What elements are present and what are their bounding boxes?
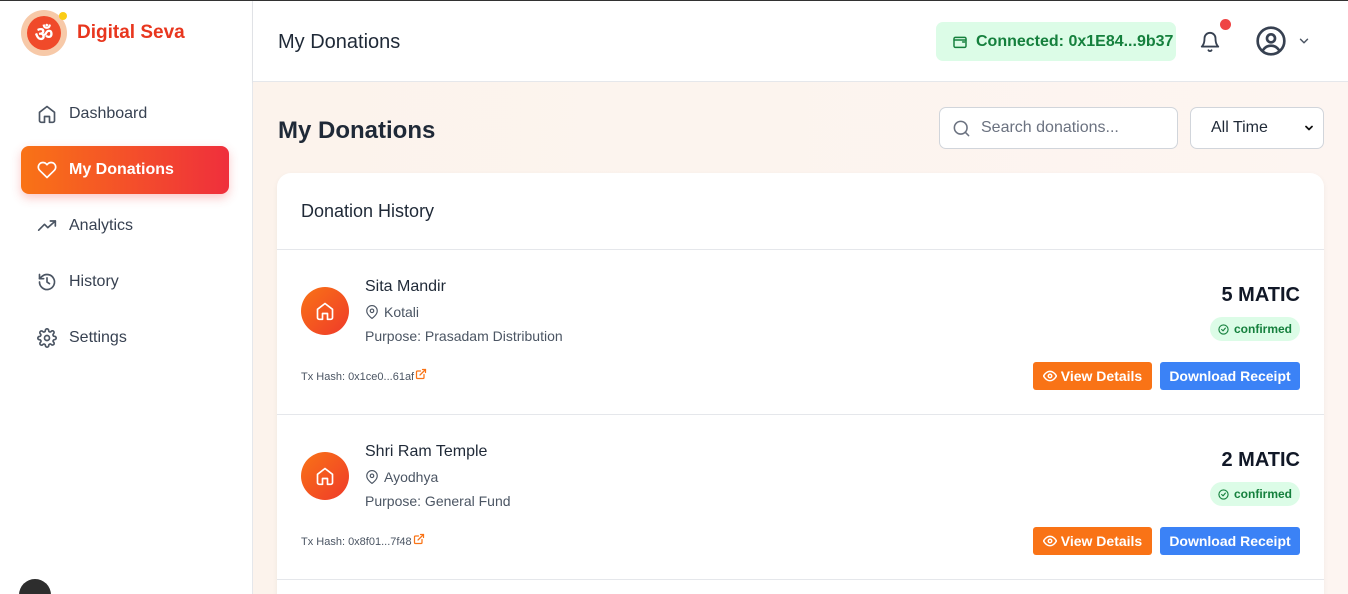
status-text: confirmed: [1233, 487, 1292, 501]
wallet-status-text: Connected: 0x1E84...9b37: [976, 32, 1174, 50]
heart-icon: [37, 161, 57, 179]
sidebar-item-label: History: [69, 273, 119, 290]
search-box[interactable]: [939, 107, 1178, 149]
tx-hash-text: Tx Hash: 0x1ce0...61af: [301, 371, 415, 383]
card-title: Donation History: [277, 173, 1324, 250]
user-menu-button[interactable]: [1255, 25, 1311, 57]
check-circle-icon: [1218, 323, 1229, 335]
om-logo-icon: ॐ: [21, 10, 67, 56]
sidebar-nav: Dashboard My Donations Analytics History…: [21, 90, 229, 370]
header-title: My Donations: [278, 31, 401, 53]
temple-name: Shri Ram Temple: [365, 443, 488, 460]
tx-hash-text: Tx Hash: 0x8f01...7f48: [301, 536, 412, 548]
sidebar-item-my-donations[interactable]: My Donations: [21, 146, 229, 194]
wallet-status-button[interactable]: Connected: 0x1E84...9b37: [936, 22, 1176, 61]
view-details-button[interactable]: View Details: [1033, 362, 1152, 390]
time-filter-value: All Time: [1211, 119, 1268, 136]
notification-badge: [1220, 19, 1231, 30]
eye-icon: [1042, 370, 1057, 382]
search-icon: [953, 120, 970, 136]
temple-icon: [301, 287, 349, 335]
external-link-icon: [416, 368, 427, 380]
location-text: Ayodhya: [384, 469, 439, 485]
trending-up-icon: [37, 220, 57, 231]
sidebar: ॐ Digital Seva Dashboard My Donations An…: [0, 1, 253, 594]
sidebar-item-dashboard[interactable]: Dashboard: [21, 90, 229, 138]
sidebar-item-label: Dashboard: [69, 105, 148, 122]
wallet-icon: [953, 36, 967, 48]
location-text: Kotali: [384, 304, 420, 320]
check-circle-icon: [1218, 488, 1229, 500]
download-receipt-button[interactable]: Download Receipt: [1160, 362, 1300, 390]
time-filter-select[interactable]: All Time: [1190, 107, 1324, 149]
donation-purpose: Purpose: Prasadam Distribution: [365, 328, 563, 344]
home-icon: [38, 105, 56, 124]
donation-amount: 2 MATIC: [1221, 449, 1300, 471]
temple-location: Kotali: [365, 304, 419, 320]
sidebar-item-history[interactable]: History: [21, 258, 229, 306]
donation-amount: 5 MATIC: [1221, 284, 1300, 306]
chevron-down-icon: [1305, 125, 1313, 131]
temple-location: Ayodhya: [365, 469, 438, 485]
home-icon: [316, 302, 334, 321]
donation-purpose: Purpose: General Fund: [365, 493, 511, 509]
user-circle-icon: [1256, 26, 1286, 56]
donation-history-card: Donation History Sita Mandir Kotali Purp…: [277, 173, 1324, 594]
tx-hash-link[interactable]: Tx Hash: 0x8f01...7f48: [301, 533, 425, 548]
bell-icon[interactable]: [1199, 31, 1221, 53]
eye-icon: [1042, 535, 1057, 547]
gear-icon: [37, 328, 57, 348]
history-icon: [38, 273, 56, 291]
view-details-label: View Details: [1060, 368, 1143, 384]
sidebar-item-analytics[interactable]: Analytics: [21, 202, 229, 250]
sidebar-item-label: Analytics: [69, 217, 134, 234]
sidebar-item-label: Settings: [69, 329, 127, 346]
status-text: confirmed: [1233, 322, 1292, 336]
view-details-button[interactable]: View Details: [1033, 527, 1152, 555]
map-pin-icon: [366, 470, 378, 484]
top-header: My Donations Connected: 0x1E84...9b37: [253, 1, 1348, 82]
download-receipt-button[interactable]: Download Receipt: [1160, 527, 1300, 555]
temple-name: Sita Mandir: [365, 278, 446, 295]
view-details-label: View Details: [1060, 533, 1143, 549]
map-pin-icon: [366, 305, 378, 319]
home-icon: [316, 467, 334, 486]
avatar[interactable]: [19, 579, 51, 594]
status-badge: confirmed: [1209, 482, 1300, 506]
sidebar-item-label: My Donations: [69, 161, 174, 178]
brand[interactable]: ॐ Digital Seva: [21, 10, 185, 56]
external-link-icon: [413, 533, 424, 545]
sidebar-item-settings[interactable]: Settings: [21, 314, 229, 362]
temple-icon: [301, 452, 349, 500]
donation-row: Sita Mandir Kotali Purpose: Prasadam Dis…: [277, 250, 1324, 415]
status-badge: confirmed: [1209, 317, 1300, 341]
logo-dot: [59, 12, 67, 20]
search-input[interactable]: [981, 119, 1161, 137]
main-content: My Donations All Time Donation History S…: [253, 82, 1348, 594]
brand-name: Digital Seva: [77, 22, 185, 43]
donation-row: Shri Ram Temple Ayodhya Purpose: General…: [277, 415, 1324, 580]
tx-hash-link[interactable]: Tx Hash: 0x1ce0...61af: [301, 368, 427, 383]
chevron-down-icon: [1299, 38, 1309, 44]
page-title: My Donations: [278, 117, 436, 144]
